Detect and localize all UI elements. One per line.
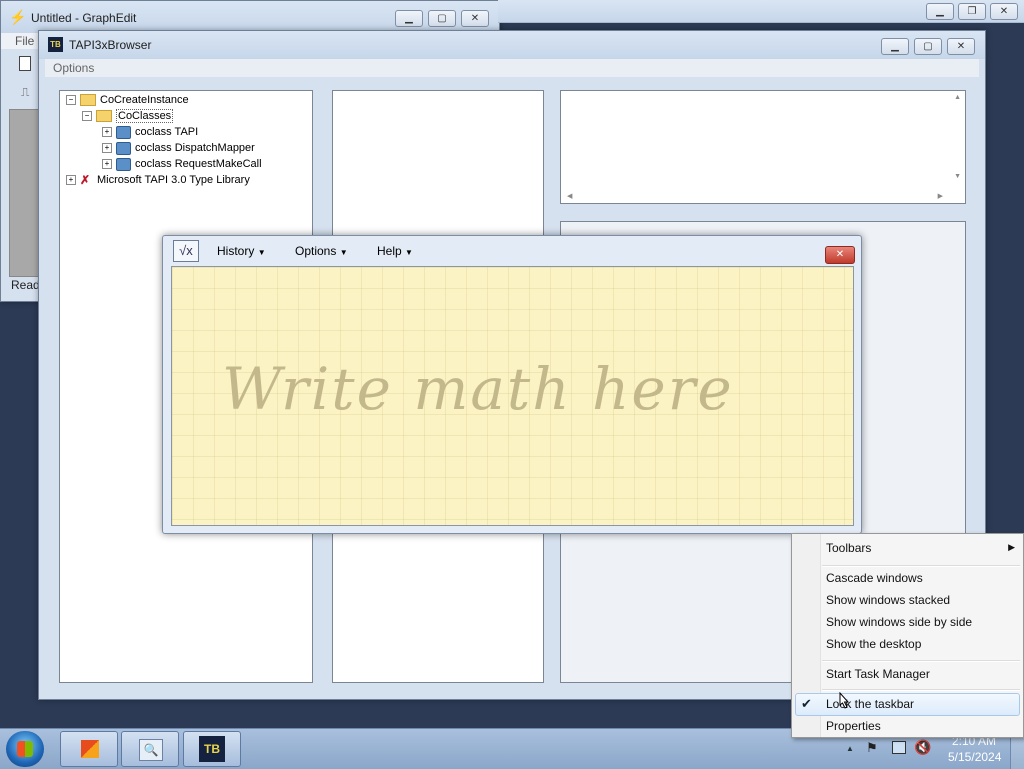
tapi-browser-icon: TB [199,736,225,762]
graphedit-close-button[interactable]: ✕ [461,10,489,27]
menu-item-show-windows-stacked[interactable]: Show windows stacked [826,593,950,607]
math-panel-icon: √x [173,240,199,262]
tree-label: coclass TAPI [135,126,199,138]
tapi-menu-options[interactable]: Options [53,61,94,75]
tree-item-coclass-tapi[interactable]: + coclass TAPI [102,124,198,140]
menu-item-cascade-windows[interactable]: Cascade windows [826,571,923,585]
graphedit-icon: 🔍 [139,739,163,761]
tapi-titlebar[interactable]: TB TAPI3xBrowser ▁ ▢ ✕ [39,31,985,59]
math-input-panel: √x History ▼ Options ▼ Help ▼ ✕ Write ma… [162,235,862,534]
expand-icon[interactable]: + [102,127,112,138]
graphedit-app-icon: ⚡ [9,9,27,25]
taskbar-office-button[interactable] [60,731,118,767]
math-panel-close-button[interactable]: ✕ [825,246,855,264]
menu-help[interactable]: Help ▼ [377,244,413,258]
tree-item-coclass-dispatchmapper[interactable]: + coclass DispatchMapper [102,140,255,156]
tree-item-type-library[interactable]: + ✗ Microsoft TAPI 3.0 Type Library [66,172,250,188]
background-window-titlebar: ▁ ❐ ✕ [498,0,1024,23]
dropdown-arrow-icon: ▼ [339,248,348,257]
menu-options[interactable]: Options ▼ [295,244,348,258]
menu-item-show-desktop[interactable]: Show the desktop [826,637,921,651]
graphedit-toolbar: ⎍ [9,53,39,99]
mouse-cursor-icon [839,692,850,709]
graphedit-canvas [9,109,41,277]
tree-label: CoCreateInstance [100,94,189,106]
background-restore-button[interactable]: ❐ [958,3,986,20]
tree-item-coclass-requestmakecall[interactable]: + coclass RequestMakeCall [102,156,262,172]
graphedit-titlebar[interactable]: ⚡ Untitled - GraphEdit ▁ ▢ ✕ [1,1,499,33]
show-hidden-icons-arrow-icon[interactable]: ▲ [846,744,854,753]
graphedit-status: Read [11,278,40,292]
background-minimize-button[interactable]: ▁ [926,3,954,20]
graphedit-title: Untitled - GraphEdit [31,11,137,25]
tapi-minimize-button[interactable]: ▁ [881,38,909,55]
menu-item-start-task-manager[interactable]: Start Task Manager [826,667,930,681]
dropdown-arrow-icon: ▼ [405,248,413,257]
new-document-icon[interactable] [19,56,31,71]
folder-icon [80,94,96,107]
menu-history[interactable]: History ▼ [217,244,266,258]
tapi-app-icon: TB [48,37,63,52]
scroll-down-arrow-icon[interactable]: ▼ [954,173,961,180]
taskbar-context-menu: Toolbars ▶ Cascade windows Show windows … [791,533,1024,738]
clock-date[interactable]: 5/15/2024 [948,750,1001,764]
background-close-button[interactable]: ✕ [990,3,1018,20]
windows-start-icon [17,741,33,757]
menu-item-properties[interactable]: Properties [826,719,881,733]
collapse-icon[interactable]: − [66,95,76,106]
math-writing-area[interactable]: Write math here [171,266,854,526]
tapi-menubar: Options [45,59,979,77]
taskbar-tapi-browser-button[interactable]: TB [183,731,241,767]
expand-icon[interactable]: + [102,159,112,170]
menu-separator [822,689,1020,691]
network-icon[interactable] [892,741,906,754]
graphedit-maximize-button[interactable]: ▢ [428,10,456,27]
tree-item-cocreateinstance[interactable]: − CoCreateInstance [66,92,189,108]
tapi-maximize-button[interactable]: ▢ [914,38,942,55]
office-icon [81,740,99,758]
menu-separator [822,565,1020,567]
tapi-close-button[interactable]: ✕ [947,38,975,55]
tree-label: CoClasses [116,109,174,123]
scroll-right-arrow-icon[interactable]: ▶ [938,192,943,200]
expand-icon[interactable]: + [102,143,112,154]
tree-label: coclass DispatchMapper [135,142,255,154]
submenu-arrow-icon: ▶ [1008,542,1015,552]
coclass-icon [116,157,131,171]
dropdown-arrow-icon: ▼ [257,248,266,257]
coclass-icon [116,141,131,155]
tree-item-coclasses[interactable]: − CoClasses [82,108,174,124]
menu-item-show-windows-side-by-side[interactable]: Show windows side by side [826,615,972,629]
checkmark-icon: ✔ [801,696,812,711]
tree-label: Microsoft TAPI 3.0 Type Library [97,174,250,186]
type-library-icon: ✗ [80,173,91,188]
graphedit-minimize-button[interactable]: ▁ [395,10,423,27]
scroll-left-arrow-icon[interactable]: ◀ [567,192,572,200]
menu-separator [822,660,1020,662]
menu-item-toolbars[interactable]: Toolbars [826,541,871,555]
expand-icon[interactable]: + [66,175,76,186]
tapi-title: TAPI3xBrowser [69,38,152,52]
graphedit-tool-icon[interactable]: ⎍ [21,85,29,100]
flag-icon[interactable]: ⚑ [866,740,878,756]
math-placeholder: Write math here [222,355,734,423]
start-button[interactable] [6,731,44,767]
coclass-icon [116,125,131,139]
graphedit-menu-file[interactable]: File [15,34,34,48]
collapse-icon[interactable]: − [82,111,92,122]
folder-open-icon [96,110,112,123]
scroll-up-arrow-icon[interactable]: ▲ [954,94,961,101]
volume-muted-icon[interactable]: 🔇 [914,739,931,756]
tree-label: coclass RequestMakeCall [135,158,262,170]
taskbar-graphedit-button[interactable]: 🔍 [121,731,179,767]
right-top-pane[interactable]: ▲ ▼ ◀ ▶ [560,90,966,204]
